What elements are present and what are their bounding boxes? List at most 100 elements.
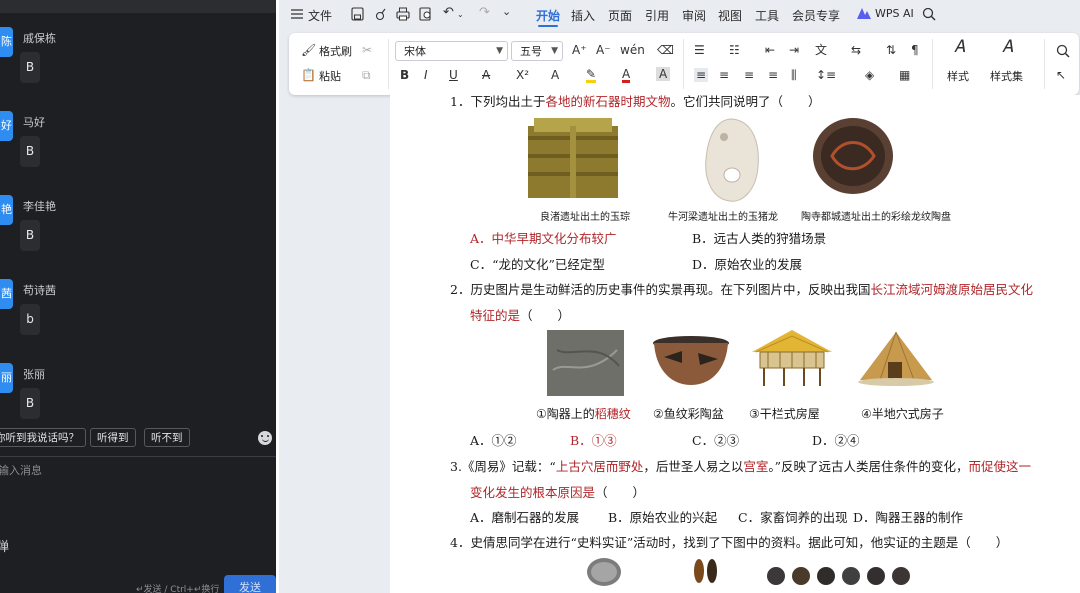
font-name-select[interactable]: 宋体 ▼: [395, 41, 508, 61]
font-size-select[interactable]: 五号 ▼: [511, 41, 563, 61]
justify-icon[interactable]: ≡: [768, 68, 778, 82]
bullet-list-icon[interactable]: ☰: [694, 43, 705, 57]
show-marks-icon[interactable]: ¶: [911, 43, 919, 57]
font-size-value: 五号: [520, 45, 542, 58]
undo-icon[interactable]: ↶: [443, 6, 454, 20]
styles-icon[interactable]: 𝐴: [954, 39, 965, 56]
q1-option-a: A．中华早期文化分布较广: [470, 231, 617, 246]
message-bubble: B: [20, 388, 40, 419]
sort-icon[interactable]: ⇅: [886, 43, 896, 57]
q3-option-d: D．陶器王器的制作: [853, 510, 964, 525]
q1-stem-highlight: 各地的新石器时期文物: [545, 94, 671, 109]
bold-icon[interactable]: B: [400, 68, 409, 82]
copy-icon[interactable]: ⧉: [362, 68, 371, 82]
grow-font-icon[interactable]: A⁺: [572, 43, 587, 57]
text-direction-icon[interactable]: ⇆: [851, 43, 861, 57]
share-icon[interactable]: [374, 7, 387, 21]
format-painter-button[interactable]: 格式刷: [319, 43, 352, 59]
chinese-layout-icon[interactable]: 文: [815, 43, 827, 57]
tab-page[interactable]: 页面: [608, 7, 632, 24]
menu-file[interactable]: 文件: [308, 7, 332, 24]
tab-view[interactable]: 视图: [718, 7, 742, 24]
redo-icon[interactable]: ↷: [479, 6, 490, 20]
emoji-icon[interactable]: [258, 431, 272, 445]
format-painter-icon[interactable]: 🖌: [301, 43, 316, 57]
send-button[interactable]: 发送: [224, 575, 276, 593]
q3-highlight: 而促使这一: [968, 459, 1032, 474]
image-caption: ①陶器上的稻穗纹: [536, 405, 631, 422]
line-spacing-icon[interactable]: ↕≡: [816, 68, 836, 82]
caption-text: ①陶器上的: [536, 407, 595, 421]
highlight-icon[interactable]: ✎: [586, 68, 597, 83]
image-caption: ③干栏式房屋: [749, 407, 820, 421]
char-shading-icon[interactable]: A: [656, 67, 671, 81]
numbered-list-icon[interactable]: ☷: [729, 43, 740, 57]
increase-indent-icon[interactable]: ⇥: [789, 43, 799, 57]
align-center-icon[interactable]: ≡: [719, 68, 729, 82]
message-bubble: B: [20, 52, 40, 83]
chevron-down-icon[interactable]: ⌄: [457, 8, 464, 22]
member-name: 苟诗茜: [23, 284, 56, 297]
paste-icon[interactable]: 📋: [301, 68, 316, 82]
cut-icon[interactable]: ✂: [362, 43, 372, 57]
align-right-icon[interactable]: ≡: [744, 68, 754, 82]
q1-stem-end: 。它们共同说明了（ ）: [670, 94, 821, 109]
barrage-toggle[interactable]: 弹: [0, 536, 12, 556]
avatar[interactable]: 茜: [0, 279, 13, 309]
hamburger-icon[interactable]: [291, 9, 303, 19]
stilt-house-image: [752, 330, 832, 386]
quick-reply-button[interactable]: 听得到: [90, 428, 136, 447]
style-set-icon[interactable]: 𝐴: [1002, 39, 1013, 56]
tab-home[interactable]: 开始: [536, 7, 560, 27]
image-caption: 陶寺都城遗址出土的彩绘龙纹陶盘: [801, 212, 951, 223]
strikethrough-icon[interactable]: A: [482, 68, 490, 82]
tab-insert[interactable]: 插入: [571, 7, 595, 24]
shrink-font-icon[interactable]: A⁻: [596, 43, 611, 57]
q2-stem-highlight-2: 特征的是: [470, 308, 521, 323]
q3-stem-end: （ ）: [595, 485, 646, 500]
print-icon[interactable]: [396, 7, 410, 21]
italic-icon[interactable]: I: [424, 68, 428, 82]
print-preview-icon[interactable]: [419, 7, 433, 21]
painted-pottery-plate-image: [813, 118, 893, 194]
tab-reference[interactable]: 引用: [645, 7, 669, 24]
text-effect-icon[interactable]: A: [551, 68, 559, 82]
avatar[interactable]: 丽: [0, 363, 13, 393]
decrease-indent-icon[interactable]: ⇤: [765, 43, 775, 57]
style-set-button[interactable]: 样式集: [990, 68, 1023, 84]
save-icon[interactable]: [351, 7, 364, 21]
fish-pattern-basin-image: [653, 336, 729, 385]
message-bubble: B: [20, 136, 40, 167]
select-icon[interactable]: ↖: [1056, 68, 1066, 82]
styles-button[interactable]: 样式: [947, 68, 969, 84]
border-icon[interactable]: ▦: [899, 68, 910, 82]
search-icon[interactable]: [922, 7, 936, 21]
avatar[interactable]: 陈: [0, 27, 13, 57]
image-caption: 牛河梁遗址出土的玉猪龙: [668, 212, 778, 223]
underline-icon[interactable]: U: [449, 68, 458, 82]
tab-tools[interactable]: 工具: [755, 7, 779, 24]
document-page[interactable]: 1．下列均出土于各地的新石器时期文物。它们共同说明了（ ） 良渚遗址出土的玉琮 …: [390, 94, 1080, 593]
tab-member[interactable]: 会员专享: [792, 7, 840, 24]
clear-format-icon[interactable]: ⌫: [657, 43, 674, 57]
paste-button[interactable]: 粘贴: [319, 68, 341, 84]
q3-text: ，后世圣人易之以: [643, 459, 744, 474]
font-color-icon[interactable]: A: [622, 68, 631, 83]
message-input[interactable]: 输入消息: [0, 462, 42, 478]
align-left-icon[interactable]: ≡: [694, 68, 709, 82]
q1-option-b: B．远古人类的狩猎场景: [692, 231, 827, 246]
phonetic-icon[interactable]: wén: [620, 43, 645, 57]
tab-review[interactable]: 审阅: [682, 7, 706, 24]
avatar[interactable]: 好: [0, 111, 13, 141]
distribute-icon[interactable]: ⫼: [791, 68, 797, 82]
chat-topbar: [0, 0, 276, 13]
avatar[interactable]: 艳: [0, 195, 13, 225]
more-chevron-icon[interactable]: ⌄: [502, 5, 511, 19]
question-1-stem: 1．下列均出土于各地的新石器时期文物。它们共同说明了（ ）: [450, 91, 821, 110]
wps-ai-button[interactable]: WPS AI: [875, 7, 914, 20]
quick-reply-button[interactable]: 听不到: [144, 428, 190, 447]
shading-icon[interactable]: ◈: [865, 68, 874, 82]
quick-reply-button[interactable]: 你听到我说话吗？: [0, 428, 86, 447]
find-icon[interactable]: [1056, 44, 1070, 58]
superscript-icon[interactable]: X²: [516, 68, 529, 82]
